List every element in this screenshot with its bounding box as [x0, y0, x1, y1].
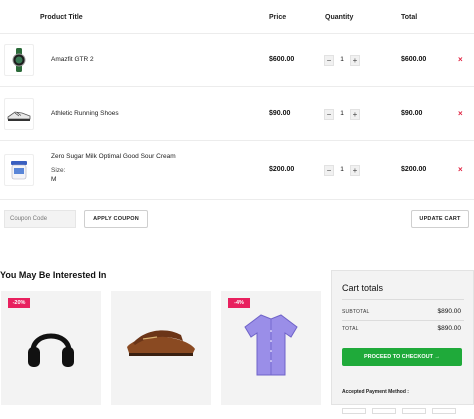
shirt-icon: [244, 314, 298, 376]
loafer-shoe-icon: [127, 330, 195, 356]
header-product-title: Product Title: [40, 14, 83, 21]
decrease-button[interactable]: −: [324, 55, 334, 66]
product-name[interactable]: Athletic Running Shoes: [51, 110, 119, 117]
discount-badge: -4%: [228, 298, 250, 308]
product-total: $600.00: [401, 56, 427, 63]
decrease-button[interactable]: −: [324, 165, 334, 176]
product-thumbnail[interactable]: [4, 154, 34, 186]
header-total: Total: [401, 14, 418, 21]
product-total: $90.00: [401, 110, 423, 117]
subtotal-value: $890.00: [437, 308, 462, 315]
product-total: $200.00: [401, 166, 427, 173]
header-price: Price: [269, 14, 287, 21]
product-card[interactable]: [111, 291, 211, 405]
cream-jar-icon: [11, 161, 27, 180]
divider: [342, 299, 464, 300]
payment-method-label: Accepted Payment Method :: [342, 389, 409, 395]
decrease-button[interactable]: −: [324, 109, 334, 120]
payment-card-icon: [432, 408, 456, 414]
product-card[interactable]: -4%: [221, 291, 321, 405]
section-title: You May Be Interested In: [0, 270, 107, 280]
remove-icon[interactable]: ×: [458, 55, 463, 64]
smartwatch-icon: [12, 48, 26, 72]
quantity-stepper[interactable]: − 1 +: [324, 165, 360, 176]
remove-icon[interactable]: ×: [458, 165, 463, 174]
payment-card-icon: [372, 408, 396, 414]
product-card[interactable]: -20%: [1, 291, 101, 405]
cart-totals-panel: Cart totals SUBTOTAL $890.00 TOTAL $890.…: [331, 270, 474, 414]
quantity-stepper[interactable]: − 1 +: [324, 109, 360, 120]
header-quantity: Quantity: [325, 14, 354, 21]
divider: [0, 33, 474, 34]
discount-badge: -20%: [8, 298, 30, 308]
increase-button[interactable]: +: [350, 55, 360, 66]
product-thumbnail[interactable]: [4, 44, 34, 76]
product-thumbnail[interactable]: [4, 98, 34, 130]
divider: [0, 140, 474, 141]
headphones-icon: [28, 333, 74, 367]
size-value: M: [51, 176, 57, 183]
coupon-input[interactable]: Coupon Code: [4, 210, 76, 228]
product-name[interactable]: Amazfit GTR 2: [51, 56, 94, 63]
divider: [0, 86, 474, 87]
product-price: $600.00: [269, 56, 295, 63]
increase-button[interactable]: +: [350, 109, 360, 120]
product-price: $90.00: [269, 110, 291, 117]
payment-card-icon: [342, 408, 366, 414]
quantity-value[interactable]: 1: [336, 56, 348, 63]
total-label: TOTAL: [342, 326, 359, 332]
proceed-to-checkout-button[interactable]: PROCEED TO CHECKOUT →: [342, 348, 462, 366]
payment-icons: [342, 401, 462, 414]
shoe-icon: [7, 111, 31, 121]
apply-coupon-button[interactable]: APPLY COUPON: [84, 210, 148, 228]
subtotal-label: SUBTOTAL: [342, 309, 370, 315]
payment-card-icon: [402, 408, 426, 414]
remove-icon[interactable]: ×: [458, 109, 463, 118]
product-name[interactable]: Zero Sugar Milk Optimal Good Sour Cream: [51, 153, 176, 160]
quantity-value[interactable]: 1: [336, 110, 348, 117]
divider: [0, 199, 474, 200]
cart-totals-title: Cart totals: [342, 283, 384, 293]
divider: [342, 320, 464, 321]
size-label: Size:: [51, 167, 66, 174]
update-cart-button[interactable]: UPDATE CART: [411, 210, 469, 228]
increase-button[interactable]: +: [350, 165, 360, 176]
total-value: $890.00: [437, 325, 462, 332]
product-price: $200.00: [269, 166, 295, 173]
quantity-stepper[interactable]: − 1 +: [324, 55, 360, 66]
quantity-value[interactable]: 1: [336, 166, 348, 173]
